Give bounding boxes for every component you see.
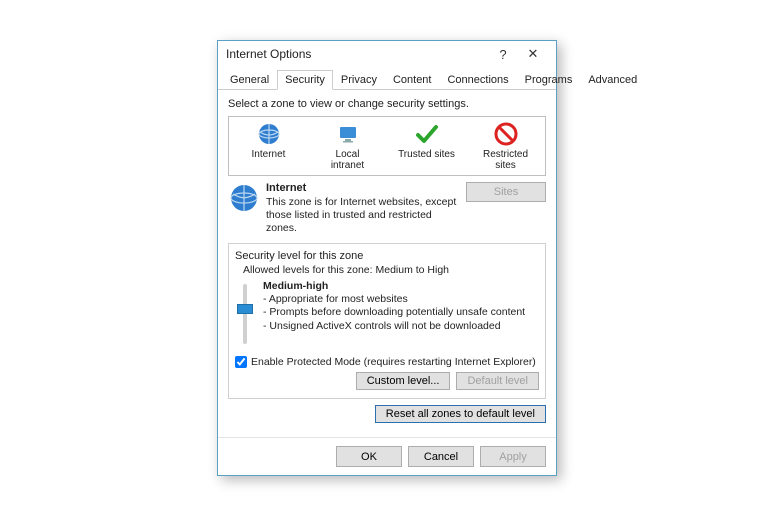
zone-legend: Select a zone to view or change security…	[228, 98, 546, 110]
zone-description: Internet This zone is for Internet websi…	[266, 182, 460, 235]
sites-btn-wrap: Sites	[466, 182, 546, 235]
zone-local-intranet[interactable]: Local intranet	[318, 121, 378, 171]
tab-general[interactable]: General	[222, 70, 277, 90]
level-text: Medium-high - Appropriate for most websi…	[263, 280, 525, 350]
help-button[interactable]: ?	[488, 47, 518, 62]
tab-content[interactable]: Content	[385, 70, 440, 90]
globe-icon	[239, 121, 299, 147]
sites-button[interactable]: Sites	[466, 182, 546, 202]
window-title: Internet Options	[226, 47, 488, 61]
titlebar[interactable]: Internet Options ? ✕	[218, 41, 556, 67]
apply-button[interactable]: Apply	[480, 446, 546, 467]
level-bullet: - Appropriate for most websites	[263, 293, 525, 306]
zone-group: Select a zone to view or change security…	[228, 98, 546, 235]
zone-label: Local intranet	[318, 149, 378, 171]
security-legend: Security level for this zone	[235, 250, 539, 262]
monitor-icon	[318, 121, 378, 147]
zone-label: Internet	[239, 149, 299, 160]
tab-privacy[interactable]: Privacy	[333, 70, 385, 90]
zone-label: Restricted sites	[476, 149, 536, 171]
allowed-levels: Allowed levels for this zone: Medium to …	[243, 264, 539, 276]
close-button[interactable]: ✕	[518, 46, 548, 62]
protected-mode-row[interactable]: Enable Protected Mode (requires restarti…	[235, 356, 539, 368]
zone-trusted-sites[interactable]: Trusted sites	[397, 121, 457, 171]
ok-button[interactable]: OK	[336, 446, 402, 467]
security-level-group: Security level for this zone Allowed lev…	[228, 243, 546, 399]
globe-icon	[228, 182, 260, 214]
tab-strip: General Security Privacy Content Connect…	[218, 69, 556, 90]
tab-advanced[interactable]: Advanced	[580, 70, 645, 90]
tab-programs[interactable]: Programs	[517, 70, 581, 90]
custom-level-button[interactable]: Custom level...	[356, 372, 451, 390]
cancel-button[interactable]: Cancel	[408, 446, 474, 467]
slider-thumb[interactable]	[237, 304, 253, 314]
zone-bar: Internet Local intranet Trusted sites	[228, 116, 546, 176]
tab-connections[interactable]: Connections	[439, 70, 516, 90]
level-bullet: - Unsigned ActiveX controls will not be …	[263, 320, 525, 333]
noentry-icon	[476, 121, 536, 147]
dialog-footer: OK Cancel Apply	[218, 437, 556, 475]
content-area: Select a zone to view or change security…	[218, 90, 556, 437]
level-name: Medium-high	[263, 280, 525, 293]
zone-name: Internet	[266, 182, 460, 196]
internet-options-dialog: Internet Options ? ✕ General Security Pr…	[217, 40, 557, 476]
reset-zones-button[interactable]: Reset all zones to default level	[375, 405, 546, 423]
zone-internet[interactable]: Internet	[239, 121, 299, 171]
zone-restricted-sites[interactable]: Restricted sites	[476, 121, 536, 171]
tab-security[interactable]: Security	[277, 70, 333, 90]
default-level-button[interactable]: Default level	[456, 372, 539, 390]
check-icon	[397, 121, 457, 147]
zone-text: This zone is for Internet websites, exce…	[266, 196, 460, 235]
zone-label: Trusted sites	[397, 149, 457, 160]
level-bullet: - Prompts before downloading potentially…	[263, 306, 525, 319]
protected-mode-label: Enable Protected Mode (requires restarti…	[251, 356, 536, 368]
protected-mode-checkbox[interactable]	[235, 356, 247, 368]
zone-description-row: Internet This zone is for Internet websi…	[228, 182, 546, 235]
security-slider[interactable]	[235, 280, 255, 350]
